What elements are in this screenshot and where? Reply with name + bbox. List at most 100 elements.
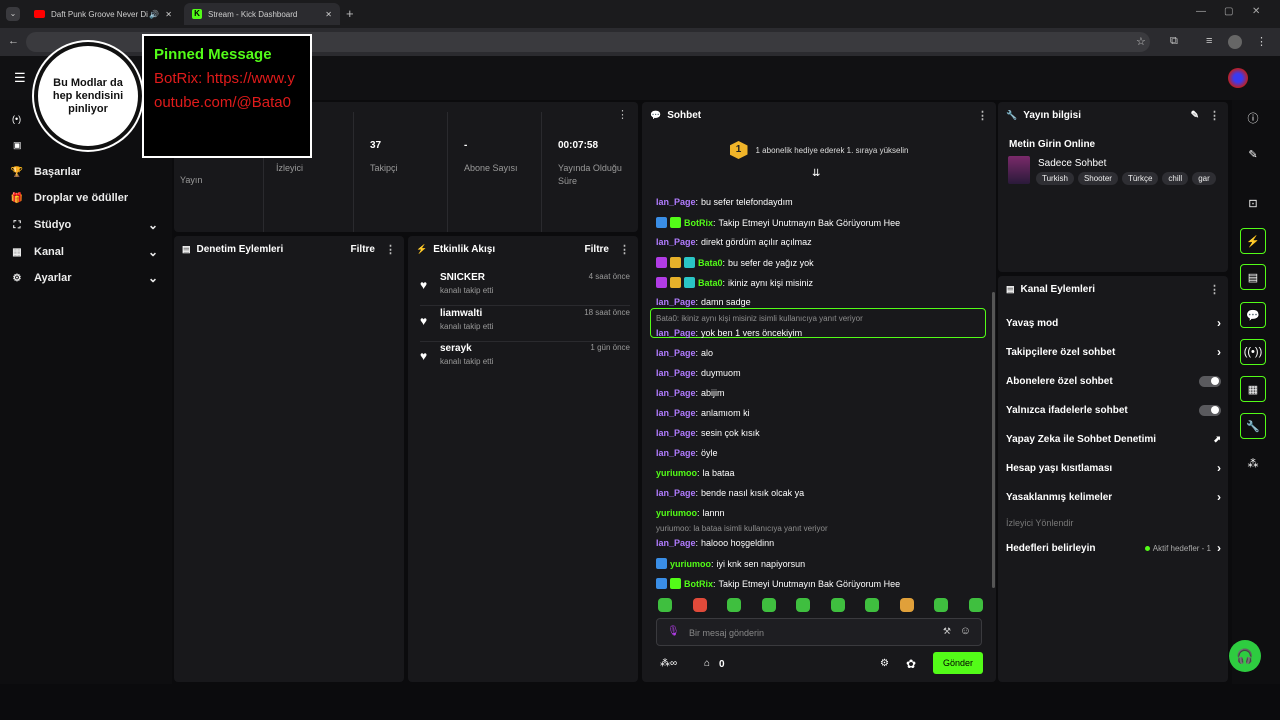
notes-icon[interactable]: ▤ (1240, 264, 1266, 290)
media-icon[interactable]: ≡ (1206, 35, 1212, 47)
extensions-icon[interactable]: ⧉ (1170, 35, 1178, 48)
browser-tab-youtube[interactable]: Daft Punk Groove Never Di 🔊 ✕ (26, 3, 180, 25)
emote-icon[interactable] (934, 598, 948, 612)
emote-icon[interactable] (658, 598, 672, 612)
chat-username[interactable]: Bata0 (698, 278, 723, 288)
microphone-icon[interactable]: 🎙 (667, 626, 680, 637)
chat-input[interactable]: 🎙 Bir mesaj gönderin ⚒ ☺ (656, 618, 982, 646)
back-icon[interactable]: ← (8, 35, 19, 47)
hamburger-menu-icon[interactable]: ☰ (14, 70, 26, 86)
browser-tab-kick[interactable]: K Stream - Kick Dashboard ✕ (184, 3, 340, 25)
stat-label: Yayın (180, 175, 203, 185)
filter-button[interactable]: Filtre (585, 244, 609, 255)
action-ai-moderation[interactable]: Yapay Zeka ile Sohbet Denetimi ⬈ (1006, 428, 1221, 450)
scroll-down-icon[interactable]: ⇊ (812, 168, 820, 179)
chat-scrollbar[interactable] (992, 292, 995, 588)
channel-points-icon[interactable]: ⁂∞ (660, 658, 677, 669)
wrench-icon[interactable]: 🔧 (1240, 413, 1266, 439)
chat-username[interactable]: Bata0 (698, 258, 723, 268)
kebab-menu-icon[interactable]: ⋮ (1209, 283, 1220, 296)
bookmark-star-icon[interactable]: ☆ (1136, 35, 1146, 48)
emote-icon[interactable] (796, 598, 810, 612)
lightning-icon[interactable]: ⚡ (1240, 228, 1266, 254)
sidebar-item-drops[interactable]: 🎁 Droplar ve ödüller (0, 186, 172, 210)
user-avatar[interactable] (1228, 68, 1248, 88)
layout-icon[interactable]: ▦ (1240, 376, 1266, 402)
menu-icon[interactable]: ⋮ (1256, 35, 1267, 48)
stream-icon[interactable]: (•) (12, 114, 21, 124)
maximize-icon[interactable]: ▢ (1224, 6, 1233, 17)
chat-username[interactable]: BotRix (684, 579, 713, 589)
chat-message: BotRix: Takip Etmeyi Unutmayın Bak Görüyo… (656, 578, 986, 589)
puzzle-icon[interactable]: ✿ (906, 657, 916, 671)
chat-username[interactable]: yuriumoo (656, 508, 697, 518)
chat-username[interactable]: Ian_Page (656, 448, 696, 458)
chat-username[interactable]: Ian_Page (656, 428, 696, 438)
kebab-menu-icon[interactable]: ⋮ (385, 243, 396, 256)
chat-username[interactable]: Ian_Page (656, 237, 696, 247)
command-icon[interactable]: ⚒ (943, 626, 951, 637)
sidebar-item-channel[interactable]: ▦ Kanal ⌄ (0, 240, 172, 264)
chat-username[interactable]: Ian_Page (656, 408, 696, 418)
close-icon[interactable]: ✕ (165, 10, 172, 19)
speaker-icon[interactable]: 🔊 (149, 10, 159, 19)
kebab-menu-icon[interactable]: ⋮ (1209, 109, 1220, 122)
emote-icon[interactable] (968, 598, 983, 612)
kebab-menu-icon[interactable]: ⋮ (619, 243, 630, 256)
tab-list-button[interactable]: ⌄ (6, 7, 20, 21)
chat-username[interactable]: Ian_Page (656, 197, 696, 207)
sidebar-item-studio[interactable]: ⛶ Stüdyo ⌄ (0, 213, 172, 237)
emote-icon[interactable] (761, 598, 776, 612)
emote-icon[interactable] (692, 598, 707, 612)
emote-icon[interactable] (727, 598, 741, 612)
filter-button[interactable]: Filtre (351, 244, 375, 255)
close-icon[interactable]: ✕ (325, 10, 332, 19)
chat-username[interactable]: BotRix (684, 218, 713, 228)
chevron-right-icon: › (1217, 345, 1221, 359)
action-set-goals[interactable]: Hedefleri belirleyin Aktif hedefler - 1 … (1006, 537, 1221, 559)
action-account-age[interactable]: Hesap yaşı kısıtlaması › (1006, 457, 1221, 479)
chat-username[interactable]: Ian_Page (656, 488, 696, 498)
support-headset-icon[interactable]: 🎧 (1229, 640, 1261, 672)
user-badge-icon (670, 277, 681, 288)
chat-username[interactable]: yuriumoo (656, 468, 697, 478)
kebab-menu-icon[interactable]: ⋮ (977, 109, 988, 122)
sidebar-item-achievements[interactable]: 🏆 Başarılar (0, 160, 172, 184)
emote-icon[interactable] (865, 598, 879, 612)
chat-settings-icon[interactable]: ⚙ (880, 658, 889, 669)
emote-icon[interactable] (830, 598, 845, 612)
action-banned-words[interactable]: Yasaklanmış kelimeler › (1006, 486, 1221, 508)
emotes-only-toggle[interactable] (1199, 404, 1221, 416)
pencil-icon[interactable]: ✎ (1240, 141, 1266, 167)
emoji-icon[interactable]: ☺ (960, 625, 971, 637)
profile-icon[interactable] (1228, 35, 1242, 49)
reply-context[interactable]: yuriumoo: la bataa isimli kullanıcıya ya… (656, 524, 828, 533)
action-followers-only[interactable]: Takipçilere özel sohbet › (1006, 341, 1221, 363)
chat-icon[interactable]: 💬 (1240, 302, 1266, 328)
gift-rank-banner[interactable]: 1 1 abonelik hediye ederek 1. sıraya yük… (642, 132, 996, 168)
sidebar-item-settings[interactable]: ⚙ Ayarlar ⌄ (0, 266, 172, 290)
close-window-icon[interactable]: ✕ (1252, 6, 1260, 17)
community-icon[interactable]: ⁂ (1240, 450, 1266, 476)
chat-separator: : (695, 538, 699, 548)
send-button[interactable]: Gönder (933, 652, 983, 674)
store-icon[interactable]: ⌂ (704, 658, 710, 669)
analytics-icon[interactable]: ▣ (13, 140, 22, 151)
chat-username[interactable]: Ian_Page (656, 348, 696, 358)
activity-username: serayk (440, 343, 472, 354)
chat-username[interactable]: Ian_Page (656, 388, 696, 398)
new-tab-button[interactable]: + (346, 6, 354, 21)
action-slow-mode[interactable]: Yavaş mod › (1006, 312, 1221, 334)
focus-icon[interactable]: ⊡ (1240, 190, 1266, 216)
broadcast-icon[interactable]: ((•)) (1240, 339, 1266, 365)
chat-username[interactable]: Ian_Page (656, 538, 696, 548)
chat-username[interactable]: Ian_Page (656, 328, 696, 338)
minimize-icon[interactable]: — (1196, 6, 1206, 17)
chat-username[interactable]: yuriumoo (670, 559, 711, 569)
info-icon[interactable]: ⓘ (1240, 105, 1266, 131)
subscribers-only-toggle[interactable] (1199, 375, 1221, 387)
emote-icon[interactable] (899, 598, 914, 612)
edit-icon[interactable]: ✎ (1191, 110, 1199, 121)
chat-username[interactable]: Ian_Page (656, 297, 696, 307)
chat-username[interactable]: Ian_Page (656, 368, 696, 378)
